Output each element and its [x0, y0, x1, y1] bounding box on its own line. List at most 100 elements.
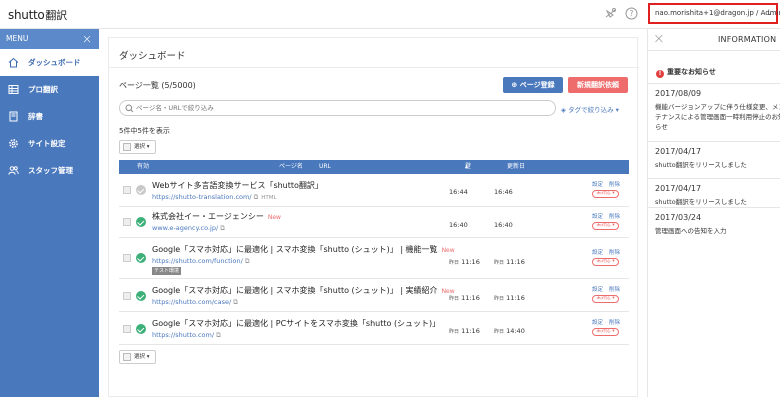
- logo-subtext: 翻訳: [45, 9, 67, 22]
- delete-link[interactable]: 削除: [609, 214, 620, 220]
- delete-link[interactable]: 削除: [609, 320, 620, 326]
- page-title-cell[interactable]: Google「スマホ対応」に最適化 | PCサイトをスマホ変換「shutto (…: [152, 318, 440, 329]
- page-title-cell[interactable]: 株式会社イー・エージェンシー New: [152, 211, 281, 222]
- page-url[interactable]: https://shutto.com/case/ ⧉: [152, 298, 238, 307]
- status-badge[interactable]: 未対応 ▾: [592, 190, 619, 198]
- settings-link[interactable]: 設定: [592, 320, 603, 326]
- enabled-check-icon[interactable]: [136, 217, 146, 227]
- column-enabled[interactable]: 有効: [137, 160, 149, 174]
- column-registered[interactable]: 登録日 ▴: [465, 160, 471, 198]
- sidebar-item-label: 辞書: [28, 112, 43, 121]
- sidebar-item-dictionary[interactable]: 辞書: [0, 103, 99, 130]
- users-icon: [8, 165, 19, 176]
- delete-link[interactable]: 削除: [609, 182, 620, 188]
- home-icon: [8, 57, 19, 68]
- help-icon[interactable]: ?: [625, 7, 638, 20]
- table-row: Google「スマホ対応」に最適化 | スマホ変換「shutto (シュット)」…: [119, 239, 629, 279]
- delete-link[interactable]: 削除: [609, 287, 620, 293]
- main-panel: ダッシュボード ページ一覧 (5/5000) ⊕ ページ登録 新規翻訳依頼 ◈ …: [108, 37, 639, 397]
- delete-link[interactable]: 削除: [609, 250, 620, 256]
- close-icon[interactable]: ×: [653, 31, 665, 47]
- sidebar-item-pro-translation[interactable]: プロ翻訳: [0, 76, 99, 103]
- sidebar-item-site-settings[interactable]: サイト設定: [0, 130, 99, 157]
- enabled-check-icon[interactable]: [136, 253, 146, 263]
- page-url[interactable]: https://shutto.com/function/ ⧉: [152, 257, 250, 266]
- settings-link[interactable]: 設定: [592, 250, 603, 256]
- page-url[interactable]: https://shutto-translation.com/ ⧉ HTML: [152, 193, 277, 202]
- row-checkbox[interactable]: [123, 186, 131, 194]
- news-date: 2017/04/17: [655, 184, 702, 193]
- news-item[interactable]: 2017/03/24 管理画面への告知を入力: [648, 207, 780, 241]
- menu-label: MENU: [6, 34, 29, 43]
- select-all-checkbox[interactable]: [123, 143, 131, 151]
- row-checkbox[interactable]: [123, 325, 131, 333]
- status-badge[interactable]: 未対応 ▾: [592, 222, 619, 230]
- chevron-down-icon: ▾: [615, 106, 619, 114]
- news-date: 2017/08/09: [655, 89, 702, 98]
- app-logo[interactable]: shutto翻訳: [8, 7, 67, 23]
- new-translation-request-button[interactable]: 新規翻訳依頼: [568, 77, 628, 93]
- row-actions: 設定 削除: [592, 285, 620, 293]
- page-title-cell[interactable]: Webサイト多言語変換サービス「shutto翻訳」: [152, 180, 323, 191]
- bulk-select-dropdown[interactable]: 選択 ▾: [119, 140, 156, 154]
- status-badge[interactable]: 未対応 ▾: [592, 328, 619, 336]
- bulk-select-label: 選択 ▾: [134, 354, 150, 360]
- user-account-menu[interactable]: nao.morishita+1@dragon.jp / Admin ⌄: [648, 3, 780, 24]
- chevron-down-icon: ⌄: [766, 10, 772, 17]
- tag-icon: ◈: [561, 106, 566, 114]
- updated-date: 昨日 11:16: [494, 294, 525, 302]
- enabled-check-icon[interactable]: [136, 291, 146, 301]
- news-body: 機能バージョンアップに伴う仕様変更、メン テナンスによる管理画面一時利用停止のお…: [655, 103, 780, 131]
- news-item[interactable]: 2017/04/17 shutto翻訳をリリースしました: [648, 141, 780, 178]
- select-all-checkbox[interactable]: [123, 353, 131, 361]
- status-badge[interactable]: 未対応 ▾: [592, 295, 619, 303]
- external-link-icon: ⧉: [253, 193, 259, 201]
- settings-link[interactable]: 設定: [592, 182, 603, 188]
- bulk-select-dropdown-bottom[interactable]: 選択 ▾: [119, 350, 156, 364]
- enabled-toggle-icon[interactable]: [136, 185, 146, 195]
- status-badge[interactable]: 未対応 ▾: [592, 258, 619, 266]
- row-checkbox[interactable]: [123, 218, 131, 226]
- row-checkbox[interactable]: [123, 292, 131, 300]
- svg-text:?: ?: [630, 9, 634, 18]
- table-header: 有効 ページ名 URL 登録日 ▴ 更新日: [119, 160, 629, 198]
- updated-date: 16:40: [494, 221, 513, 229]
- logo-text: shutto: [8, 8, 45, 22]
- html-badge: HTML: [261, 195, 277, 201]
- table-row: 株式会社イー・エージェンシー New www.e-agency.co.jp/ ⧉ …: [119, 208, 629, 238]
- row-actions: 設定 削除: [592, 180, 620, 188]
- search-box: [119, 100, 556, 116]
- enabled-check-icon[interactable]: [136, 324, 146, 334]
- settings-link[interactable]: 設定: [592, 214, 603, 220]
- settings-link[interactable]: 設定: [592, 287, 603, 293]
- column-updated[interactable]: 更新日: [507, 160, 525, 174]
- sidebar-item-staff[interactable]: スタッフ管理: [0, 157, 99, 184]
- new-badge: New: [267, 214, 281, 221]
- new-badge: New: [441, 247, 455, 254]
- news-item[interactable]: 2017/08/09 機能バージョンアップに伴う仕様変更、メン テナンスによる管…: [648, 83, 780, 137]
- column-page-name[interactable]: ページ名: [279, 160, 303, 174]
- page-url[interactable]: www.e-agency.co.jp/ ⧉: [152, 224, 225, 233]
- environment-tag: テスト環境: [152, 267, 182, 275]
- notification-icon[interactable]: [604, 7, 617, 20]
- news-body: shutto翻訳をリリースしました: [655, 161, 747, 169]
- sidebar-item-dashboard[interactable]: ダッシュボード: [0, 49, 99, 76]
- column-url[interactable]: URL: [319, 160, 331, 174]
- register-page-button[interactable]: ⊕ ページ登録: [503, 77, 563, 93]
- updated-date: 昨日 11:16: [494, 258, 525, 266]
- page-title-cell[interactable]: Google「スマホ対応」に最適化 | スマホ変換「shutto (シュット)」…: [152, 244, 455, 255]
- page-url[interactable]: https://shutto.com/ ⧉: [152, 331, 221, 340]
- search-input[interactable]: [136, 103, 536, 113]
- news-body: shutto翻訳をリリースしました: [655, 198, 747, 206]
- table-row: Google「スマホ対応」に最適化 | スマホ変換「shutto (シュット)」…: [119, 280, 629, 312]
- sidebar-item-label: サイト設定: [28, 139, 66, 148]
- page-title-cell[interactable]: Google「スマホ対応」に最適化 | スマホ変換「shutto (シュット)」…: [152, 285, 455, 296]
- row-checkbox[interactable]: [123, 254, 131, 262]
- menu-header: MENU ×: [0, 29, 99, 49]
- close-icon[interactable]: ×: [82, 29, 92, 49]
- page-list-heading: ページ一覧 (5/5000): [119, 80, 196, 91]
- updated-date: 16:46: [494, 188, 513, 196]
- page-count: (5/5000): [161, 81, 196, 90]
- tag-filter-dropdown[interactable]: ◈ タグで絞り込み ▾: [561, 104, 619, 114]
- table-icon: [8, 84, 19, 95]
